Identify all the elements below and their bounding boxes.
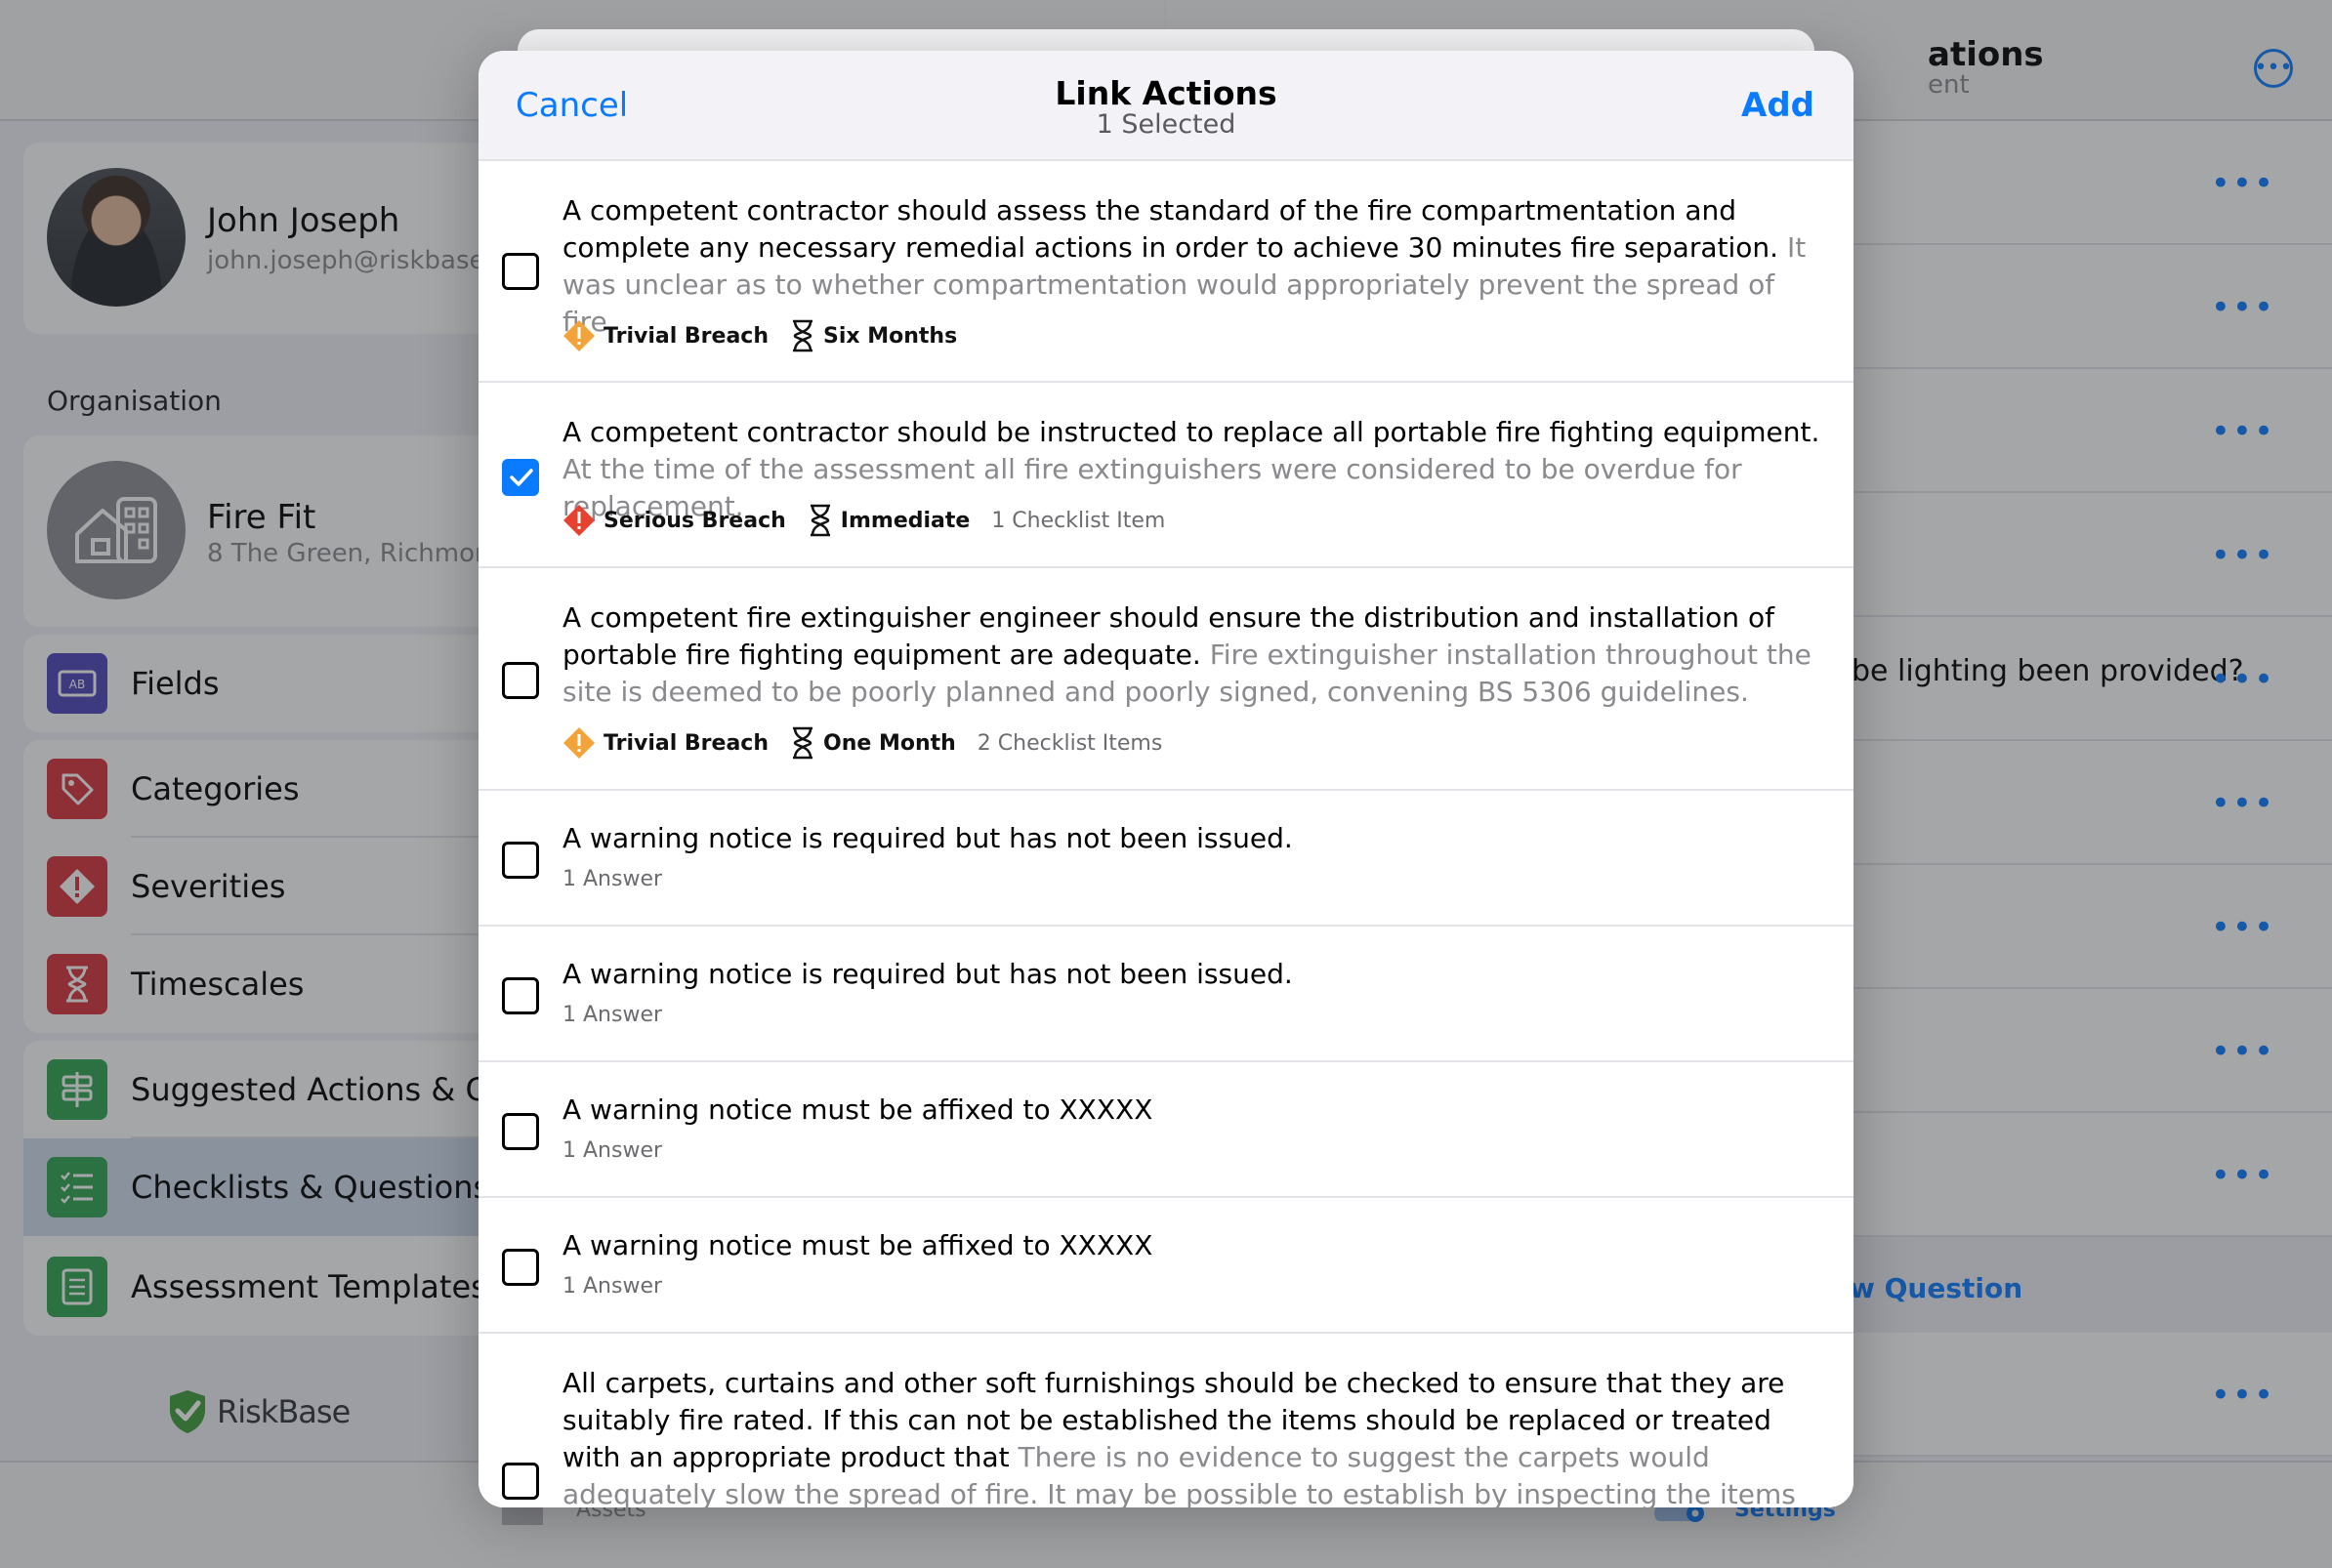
action-text: A warning notice must be affixed to XXXX…	[562, 1093, 1153, 1126]
severity-badge: Trivial Breach	[562, 726, 769, 760]
answer-count: 1 Answer	[562, 1003, 663, 1027]
warning-diamond-icon	[563, 505, 595, 536]
answer-count: 1 Answer	[562, 1274, 663, 1299]
action-row[interactable]: A warning notice is required but has not…	[479, 927, 1853, 1062]
action-checkbox[interactable]	[502, 1463, 539, 1500]
answer-count: 1 Answer	[562, 867, 663, 891]
answer-count: 1 Answer	[562, 1138, 663, 1163]
severity-badge: Serious Breach	[562, 504, 786, 537]
action-row[interactable]: A warning notice must be affixed to XXXX…	[479, 1062, 1853, 1198]
action-list: A competent contractor should assess the…	[479, 161, 1853, 1507]
action-meta: 1 Answer	[562, 867, 662, 891]
action-text: A competent fire extinguisher engineer s…	[562, 601, 1811, 708]
action-text: A warning notice must be affixed to XXXX…	[562, 1229, 1153, 1261]
action-meta: Trivial Breach One Month 2 Checklist Ite…	[562, 726, 1162, 760]
warning-diamond-icon	[563, 320, 595, 351]
timescale-badge: Six Months	[790, 319, 957, 352]
timescale-badge: One Month	[790, 726, 956, 760]
action-meta: 1 Answer	[562, 1138, 662, 1163]
action-row[interactable]: A competent contractor should be instruc…	[479, 383, 1853, 568]
action-meta: Trivial Breach Six Months	[562, 319, 979, 352]
checklist-count: 2 Checklist Items	[977, 730, 1163, 756]
action-row[interactable]: All carpets, curtains and other soft fur…	[479, 1334, 1853, 1507]
add-button[interactable]: Add	[1741, 86, 1814, 125]
action-row[interactable]: A competent fire extinguisher engineer s…	[479, 568, 1853, 791]
action-checkbox[interactable]	[502, 842, 539, 879]
modal-title: Link Actions	[1055, 74, 1277, 112]
hourglass-icon	[810, 504, 830, 537]
action-text: All carpets, curtains and other soft fur…	[562, 1367, 1796, 1507]
action-checkbox[interactable]	[502, 977, 539, 1014]
action-checkbox[interactable]	[502, 1113, 539, 1150]
action-checkbox[interactable]	[502, 662, 539, 699]
action-meta: Serious Breach Immediate 1 Checklist Ite…	[562, 504, 1165, 537]
action-text: A warning notice is required but has not…	[562, 822, 1293, 854]
selection-count: 1 Selected	[1096, 109, 1236, 140]
timescale-badge: Immediate	[808, 504, 970, 537]
action-row[interactable]: A warning notice must be affixed to XXXX…	[479, 1198, 1853, 1334]
hourglass-icon	[793, 319, 812, 352]
action-row[interactable]: A warning notice is required but has not…	[479, 791, 1853, 927]
checkmark-icon	[510, 469, 533, 486]
action-text: A warning notice is required but has not…	[562, 958, 1293, 990]
action-meta: 1 Answer	[562, 1003, 662, 1027]
action-row[interactable]: A competent contractor should assess the…	[479, 161, 1853, 383]
modal-header: Cancel Link Actions 1 Selected Add	[479, 51, 1853, 161]
hourglass-icon	[793, 726, 812, 760]
warning-diamond-icon	[563, 727, 595, 759]
action-checkbox[interactable]	[502, 1249, 539, 1286]
action-checkbox-checked[interactable]	[502, 459, 539, 496]
action-checkbox[interactable]	[502, 253, 539, 290]
action-meta: 1 Answer	[562, 1274, 662, 1299]
checklist-count: 1 Checklist Item	[991, 508, 1166, 533]
link-actions-modal: Cancel Link Actions 1 Selected Add A com…	[479, 51, 1853, 1507]
severity-badge: Trivial Breach	[562, 319, 769, 352]
